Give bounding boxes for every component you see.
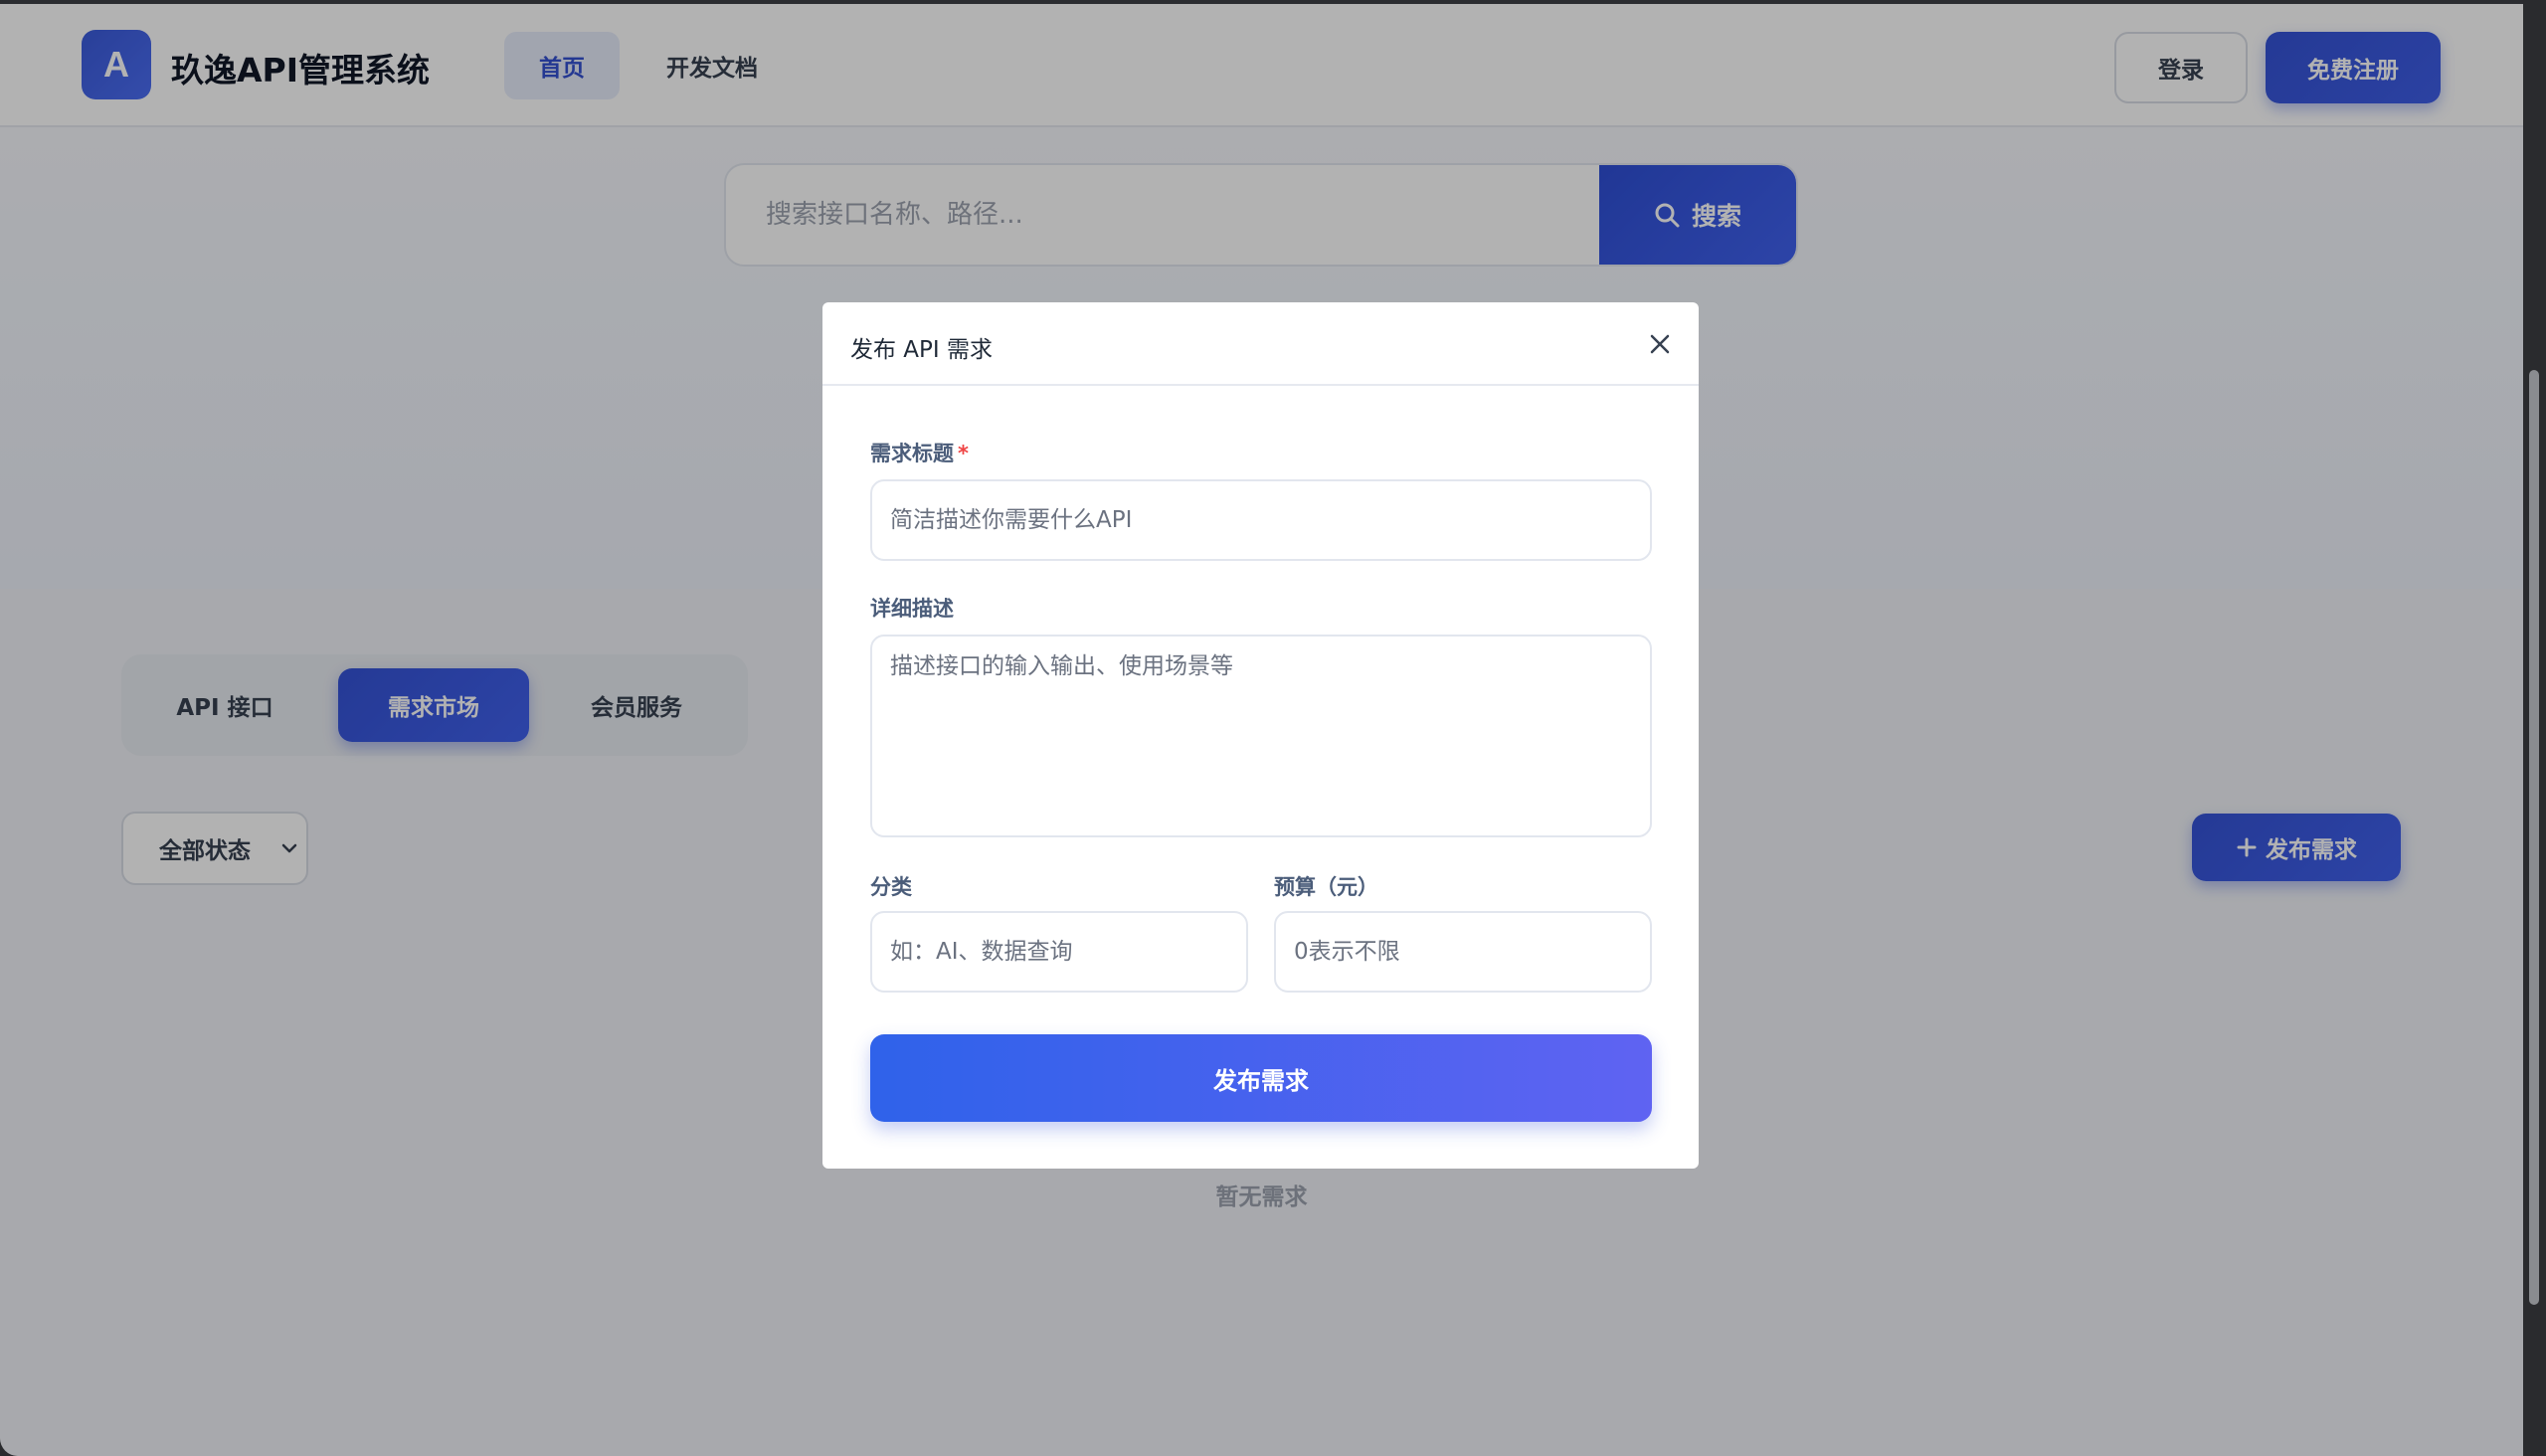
category-label: 分类 bbox=[870, 875, 912, 899]
close-icon[interactable] bbox=[1644, 328, 1676, 360]
demand-title-label: 需求标题 * bbox=[870, 438, 969, 467]
required-mark: * bbox=[958, 442, 969, 465]
demand-description-textarea[interactable] bbox=[870, 635, 1652, 837]
demand-title-label-text: 需求标题 bbox=[870, 442, 954, 465]
publish-demand-modal: 发布 API 需求 需求标题* 详细描述 分类 预算（元） 发布需求 bbox=[822, 302, 1699, 1169]
category-input[interactable] bbox=[870, 911, 1248, 993]
modal-title: 发布 API 需求 bbox=[850, 337, 994, 363]
modal-header: 发布 API 需求 bbox=[822, 302, 1699, 386]
submit-demand-button[interactable]: 发布需求 bbox=[870, 1034, 1652, 1122]
budget-input[interactable] bbox=[1274, 911, 1652, 993]
browser-viewport: A 玖逸API管理系统 首页 开发文档 登录 免费注册 搜索 API 接口 需求… bbox=[0, 0, 2523, 1456]
demand-title-input[interactable] bbox=[870, 479, 1652, 561]
scrollbar-thumb[interactable] bbox=[2529, 370, 2539, 1305]
demand-description-label: 详细描述 bbox=[870, 597, 954, 621]
budget-label: 预算（元） bbox=[1274, 875, 1378, 899]
